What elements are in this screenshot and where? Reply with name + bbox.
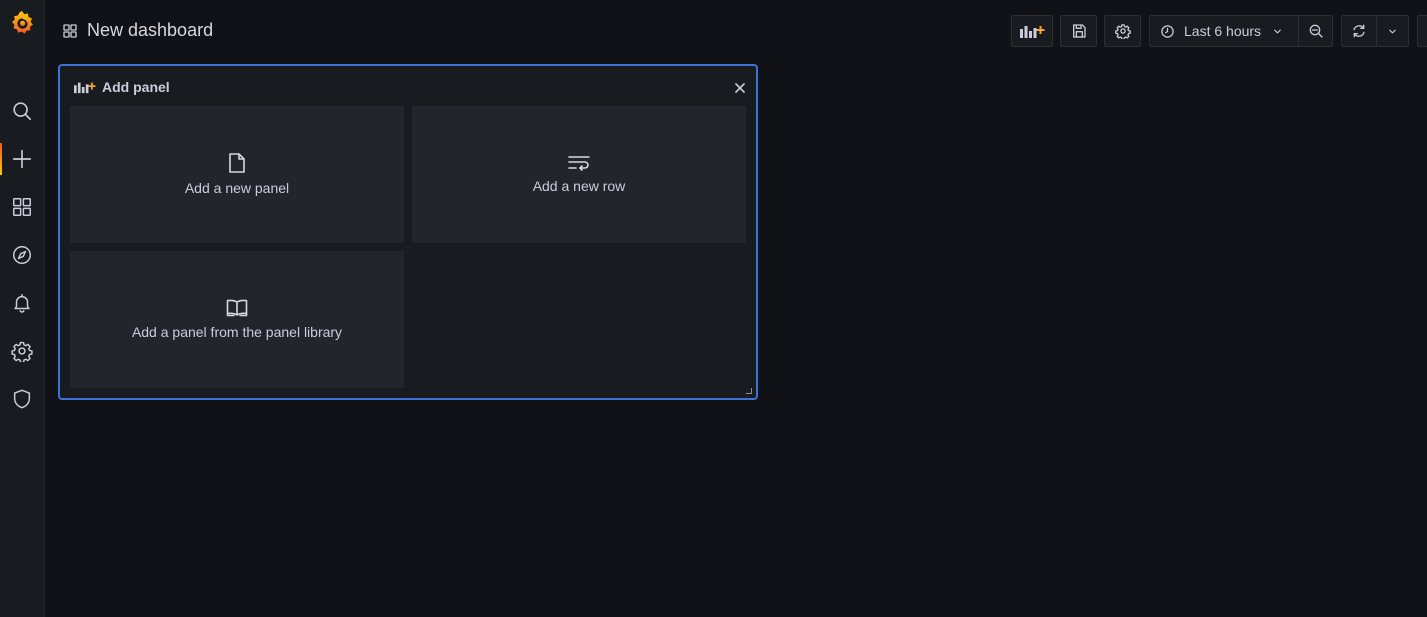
view-mode-button[interactable]: [1417, 15, 1427, 47]
save-dashboard-button[interactable]: [1060, 15, 1097, 47]
compass-icon: [13, 246, 31, 264]
breadcrumb: New dashboard: [62, 20, 213, 41]
sidebar-item-search[interactable]: [0, 91, 44, 131]
close-icon: [735, 83, 745, 93]
clock-icon: [1161, 24, 1174, 38]
option-label: Add a panel from the panel library: [131, 324, 343, 340]
dashboards-icon: [63, 23, 77, 38]
bell-icon: [14, 294, 30, 313]
add-panel-button[interactable]: [1011, 15, 1053, 47]
book-open-icon: [226, 299, 248, 317]
save-icon: [1072, 24, 1086, 38]
sidebar-item-server-admin[interactable]: [0, 379, 44, 419]
dashboard-settings-button[interactable]: [1104, 15, 1141, 47]
wrap-text-icon: [568, 156, 590, 171]
panel-header: Add panel: [72, 79, 170, 95]
time-picker: Last 6 hours: [1149, 15, 1333, 47]
page-title[interactable]: New dashboard: [87, 20, 213, 41]
gear-icon: [11, 341, 33, 362]
add-new-panel-button[interactable]: Add a new panel: [70, 106, 404, 243]
grafana-logo-icon[interactable]: [8, 9, 36, 37]
add-panel-widget: Add panel Add a new panel Add a new row: [58, 64, 758, 400]
zoom-out-button[interactable]: [1299, 16, 1332, 46]
chevron-down-icon: [1274, 29, 1281, 33]
gear-icon: [1114, 24, 1131, 39]
plus-icon: [12, 149, 32, 169]
sidebar-item-configuration[interactable]: [0, 331, 44, 371]
sidebar-item-create[interactable]: [0, 139, 44, 179]
sidebar-item-explore[interactable]: [0, 235, 44, 275]
add-panel-icon: [74, 82, 96, 94]
close-button[interactable]: [733, 81, 747, 95]
dashboards-icon: [13, 198, 31, 216]
time-range-label: Last 6 hours: [1184, 23, 1262, 39]
option-label: Add a new panel: [184, 180, 290, 196]
panel-title: Add panel: [102, 79, 170, 95]
resize-handle[interactable]: [746, 388, 752, 394]
refresh-picker: [1341, 15, 1409, 47]
refresh-interval-dropdown[interactable]: [1377, 16, 1408, 46]
sidebar-item-dashboards[interactable]: [0, 187, 44, 227]
sidebar: [0, 0, 45, 617]
refresh-button[interactable]: [1342, 16, 1376, 46]
option-label: Add a new row: [532, 178, 626, 194]
shield-icon: [13, 389, 31, 409]
sidebar-item-alerting[interactable]: [0, 283, 44, 323]
chevron-down-icon: [1389, 29, 1396, 33]
add-panel-icon: [1020, 26, 1045, 38]
resize-handle-icon: [746, 388, 752, 394]
time-range-button[interactable]: Last 6 hours: [1150, 16, 1298, 46]
zoom-out-icon: [1309, 24, 1323, 38]
add-new-row-button[interactable]: Add a new row: [412, 106, 746, 243]
search-icon: [13, 102, 32, 121]
file-icon: [229, 153, 245, 173]
add-library-panel-button[interactable]: Add a panel from the panel library: [70, 251, 404, 388]
refresh-icon: [1353, 24, 1365, 38]
